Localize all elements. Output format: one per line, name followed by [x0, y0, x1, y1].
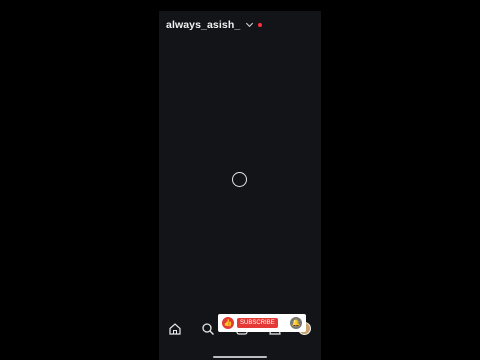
like-icon[interactable]: 👍 — [222, 317, 234, 329]
home-icon[interactable] — [168, 322, 182, 336]
subscribe-button[interactable]: SUBSCRIBE — [237, 318, 278, 328]
search-icon[interactable] — [201, 322, 215, 336]
username-label[interactable]: always_asish_ — [166, 19, 240, 31]
bell-icon[interactable]: 🔔 — [290, 317, 302, 329]
phone-screen: always_asish_ — [159, 11, 321, 360]
notification-dot — [258, 23, 263, 27]
chevron-down-icon[interactable] — [246, 19, 254, 28]
subscribe-overlay: 👍 SUBSCRIBE 🔔 — [218, 314, 306, 332]
home-indicator[interactable] — [213, 356, 267, 358]
profile-header: always_asish_ — [166, 19, 263, 31]
loading-spinner — [232, 172, 247, 187]
